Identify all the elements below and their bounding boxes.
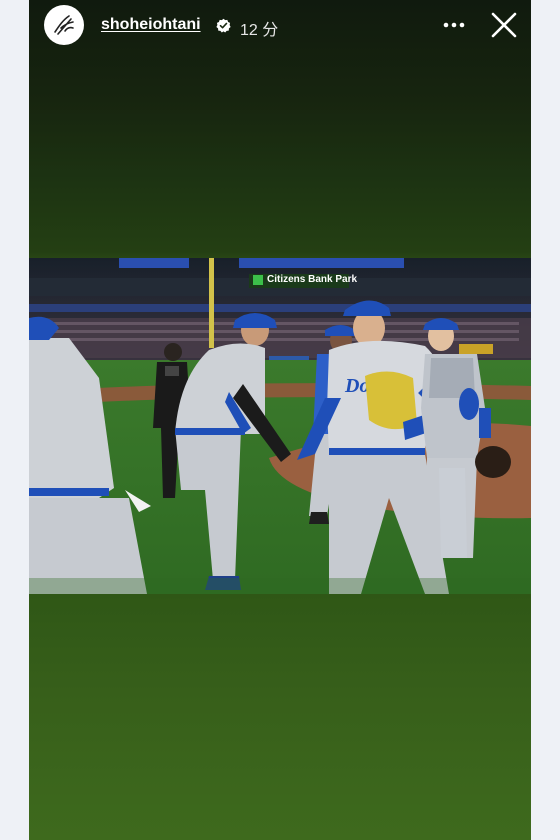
story-viewer: shoheiohtani 12 分 Dod Citizens Bank Park <box>29 0 531 840</box>
sign-logo-icon <box>253 274 263 285</box>
signature-logo-icon <box>54 15 74 35</box>
story-photo: Dod Citizens Bank Park <box>29 258 531 594</box>
more-horizontal-icon <box>443 22 465 28</box>
verified-badge-icon <box>216 18 231 33</box>
more-options-button[interactable] <box>441 14 467 36</box>
username[interactable]: shoheiohtani <box>101 16 201 34</box>
stadium-sign: Citizens Bank Park <box>253 274 357 285</box>
celebration-photo: Dod <box>29 258 531 594</box>
close-icon <box>491 12 517 38</box>
story-background-bottom <box>29 594 531 840</box>
timestamp: 12 分 <box>240 22 279 39</box>
close-button[interactable] <box>489 10 519 40</box>
story-header: shoheiohtani 12 分 <box>29 0 531 52</box>
stadium-sign-text: Citizens Bank Park <box>267 274 358 285</box>
avatar[interactable] <box>44 5 84 45</box>
